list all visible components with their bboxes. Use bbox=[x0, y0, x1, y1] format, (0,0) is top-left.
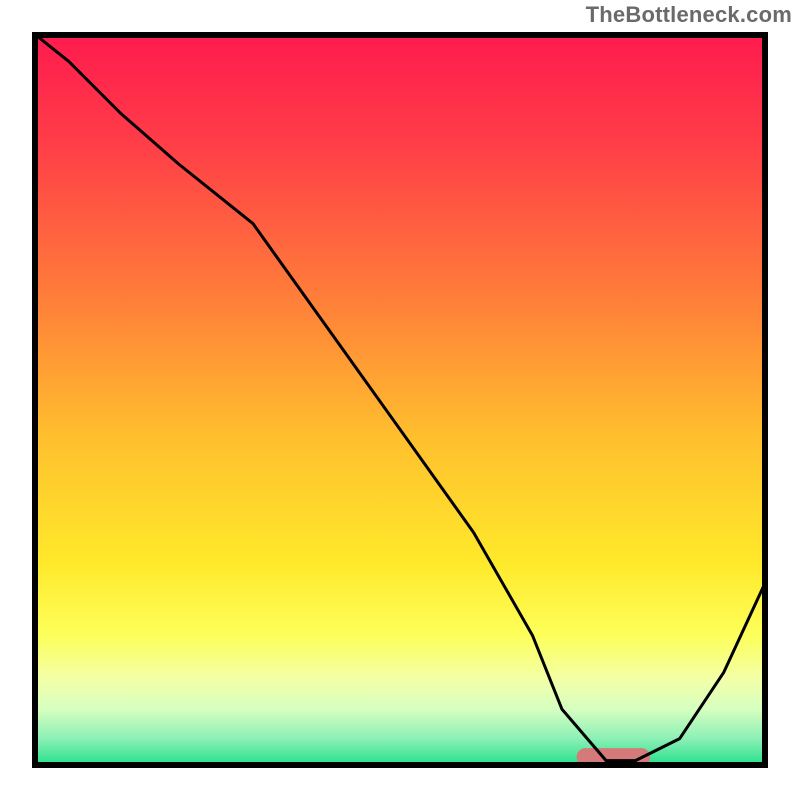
chart-background bbox=[32, 32, 768, 768]
bottleneck-chart: TheBottleneck.com bbox=[0, 0, 800, 800]
site-watermark: TheBottleneck.com bbox=[586, 2, 792, 28]
chart-svg bbox=[0, 0, 800, 800]
